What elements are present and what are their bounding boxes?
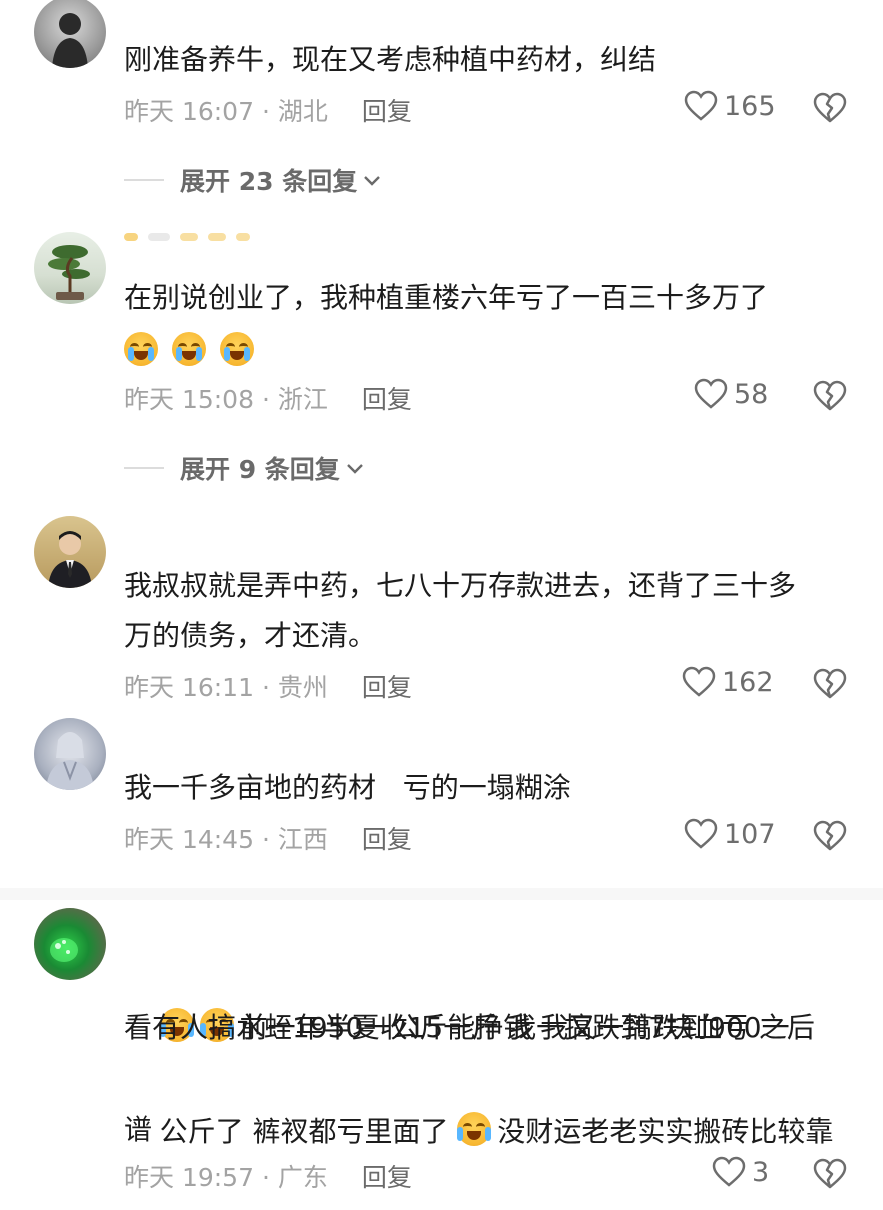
heart-icon [682, 666, 716, 697]
broken-heart-icon [813, 668, 847, 699]
chevron-down-icon [364, 176, 381, 186]
person-silhouette-icon [52, 13, 88, 68]
section-separator [0, 888, 883, 900]
like-button[interactable]: 162 [682, 666, 774, 698]
crying-emoji-icon [220, 332, 254, 366]
comment-meta: 昨天 16:11 · 贵州 回复 [124, 668, 412, 704]
comment-text: 刚准备养牛，现在又考虑种植中药材，纠结 [124, 43, 657, 76]
crying-emoji-icon [172, 332, 206, 366]
avatar[interactable] [34, 908, 106, 980]
like-count: 162 [722, 666, 774, 698]
broken-heart-icon [813, 820, 847, 851]
comment-text-line: 看有人搞水蛭1950一公斤能挣钱 我又一搞跌到900一 [124, 1011, 790, 1044]
comment-text: 在别说创业了，我种植重楼六年亏了一百三十多万了 [124, 281, 769, 314]
dislike-button[interactable] [813, 380, 847, 416]
emoji-row [124, 332, 260, 366]
comment-meta: 昨天 19:57 · 广东 回复 [124, 1158, 412, 1194]
dislike-button[interactable] [813, 1158, 847, 1194]
like-count: 58 [734, 378, 769, 410]
costume-character-icon [46, 732, 94, 790]
reply-button[interactable]: 回复 [362, 92, 412, 128]
comment-time-location: 昨天 16:11 · 贵州 [124, 673, 328, 702]
avatar[interactable] [34, 0, 106, 68]
divider-line [124, 467, 164, 469]
avatar[interactable] [34, 232, 106, 304]
reply-button[interactable]: 回复 [362, 380, 412, 416]
expand-replies-label: 展开 23 条回复 [180, 167, 358, 196]
comment-time-location: 昨天 16:07 · 湖北 [124, 97, 328, 126]
broken-heart-icon [813, 92, 847, 123]
crying-emoji-icon [124, 332, 158, 366]
username-placeholder [124, 230, 250, 244]
comment-meta: 昨天 14:45 · 江西 回复 [124, 820, 412, 856]
like-count: 107 [724, 818, 776, 850]
dislike-button[interactable] [813, 668, 847, 704]
bonsai-tree-icon [48, 245, 90, 300]
broken-heart-icon [813, 380, 847, 411]
comment-meta: 昨天 16:07 · 湖北 回复 [124, 92, 412, 128]
like-button[interactable]: 58 [694, 378, 768, 410]
reply-button[interactable]: 回复 [362, 1158, 412, 1194]
comment-meta: 昨天 15:08 · 浙江 回复 [124, 380, 412, 416]
man-in-suit-icon [48, 531, 92, 588]
heart-icon [712, 1156, 746, 1187]
comment-time-location: 昨天 14:45 · 江西 [124, 825, 328, 854]
heart-icon [684, 818, 718, 849]
heart-icon [684, 90, 718, 121]
chevron-down-icon [346, 464, 363, 474]
comment-text-line: 我叔叔就是弄中药，七八十万存款进去，还背了三十多 [124, 569, 797, 602]
comment-time-location: 昨天 19:57 · 广东 [124, 1163, 328, 1192]
expand-replies-label: 展开 9 条回复 [180, 455, 340, 484]
comment-text-line: 谱 [124, 1113, 153, 1146]
reply-button[interactable]: 回复 [362, 820, 412, 856]
green-crystal-icon [50, 938, 78, 962]
comment-text: 我一千多亩地的药材 亏的一塌糊涂 [124, 771, 571, 804]
reply-button[interactable]: 回复 [362, 668, 412, 704]
divider-line [124, 179, 164, 181]
broken-heart-icon [813, 1158, 847, 1189]
like-button[interactable]: 107 [684, 818, 776, 850]
like-count: 3 [752, 1156, 770, 1188]
like-button[interactable]: 165 [684, 90, 776, 122]
avatar[interactable] [34, 718, 106, 790]
expand-replies-button[interactable]: 展开 9 条回复 [124, 450, 366, 486]
comment-text-line: 万的债务，才还清。 [124, 619, 377, 652]
dislike-button[interactable] [813, 92, 847, 128]
like-button[interactable]: 3 [712, 1156, 769, 1188]
comment-time-location: 昨天 15:08 · 浙江 [124, 385, 328, 414]
heart-icon [694, 378, 728, 409]
expand-replies-button[interactable]: 展开 23 条回复 [124, 162, 383, 198]
dislike-button[interactable] [813, 820, 847, 856]
like-count: 165 [724, 90, 776, 122]
avatar[interactable] [34, 516, 106, 588]
